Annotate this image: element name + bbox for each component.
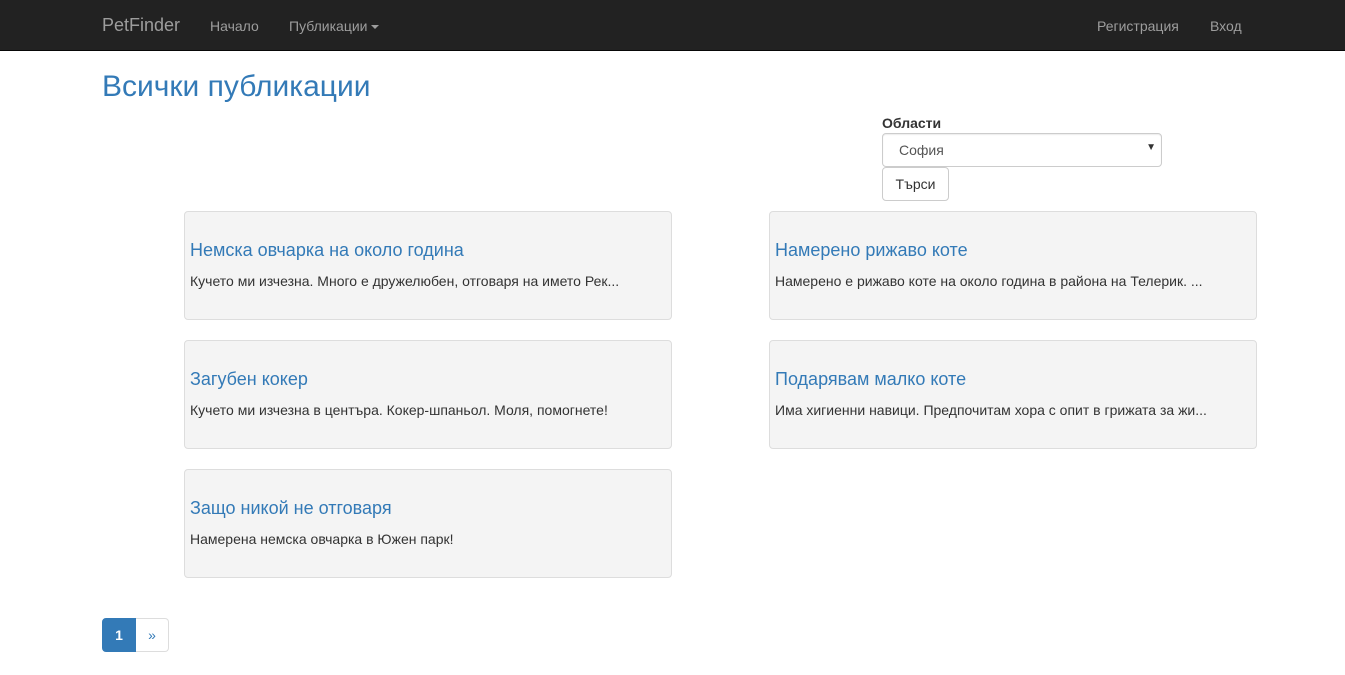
page-1-button[interactable]: 1	[102, 618, 136, 652]
post-excerpt: Кучето ми изчезна. Много е дружелюбен, о…	[190, 273, 620, 289]
brand-link[interactable]: PetFinder	[102, 15, 180, 35]
post-card: Намерено рижаво коте Намерено е рижаво к…	[769, 211, 1257, 320]
post-title-link[interactable]: Подарявам малко коте	[775, 368, 966, 390]
next-page-button[interactable]: »	[136, 618, 169, 652]
post-excerpt: Намерено е рижаво коте на около година в…	[775, 273, 1203, 289]
search-button[interactable]: Търси	[882, 167, 949, 201]
post-card: Защо никой не отговаря Намерена немска о…	[184, 469, 672, 578]
chevron-down-icon: ▼	[1146, 142, 1156, 153]
pagination: 1 »	[102, 618, 169, 652]
post-card: Подарявам малко коте Има хигиенни навици…	[769, 340, 1257, 449]
post-card: Немска овчарка на около година Кучето ми…	[184, 211, 672, 320]
nav-publications-label: Публикации	[289, 18, 368, 34]
nav-home-link[interactable]: Начало	[210, 16, 259, 36]
post-excerpt: Има хигиенни навици. Предпочитам хора с …	[775, 402, 1207, 418]
post-card: Загубен кокер Кучето ми изчезна в център…	[184, 340, 672, 449]
post-excerpt: Намерена немска овчарка в Южен парк!	[190, 531, 454, 547]
nav-register-link[interactable]: Регистрация	[1097, 16, 1179, 36]
post-title-link[interactable]: Загубен кокер	[190, 368, 308, 390]
region-select-value: София	[899, 142, 944, 158]
region-select[interactable]: София ▼	[882, 133, 1162, 167]
page-title: Всички публикации	[102, 70, 371, 103]
region-filter-label: Области	[882, 115, 942, 131]
post-excerpt: Кучето ми изчезна в центъра. Кокер-шпань…	[190, 402, 608, 418]
top-navbar: PetFinder Начало Публикации Регистрация …	[0, 0, 1345, 51]
nav-publications-dropdown[interactable]: Публикации	[289, 16, 380, 36]
nav-login-link[interactable]: Вход	[1210, 16, 1242, 36]
post-title-link[interactable]: Немска овчарка на около година	[190, 239, 464, 261]
post-title-link[interactable]: Намерено рижаво коте	[775, 239, 968, 261]
caret-down-icon	[371, 25, 380, 30]
post-title-link[interactable]: Защо никой не отговаря	[190, 497, 392, 519]
